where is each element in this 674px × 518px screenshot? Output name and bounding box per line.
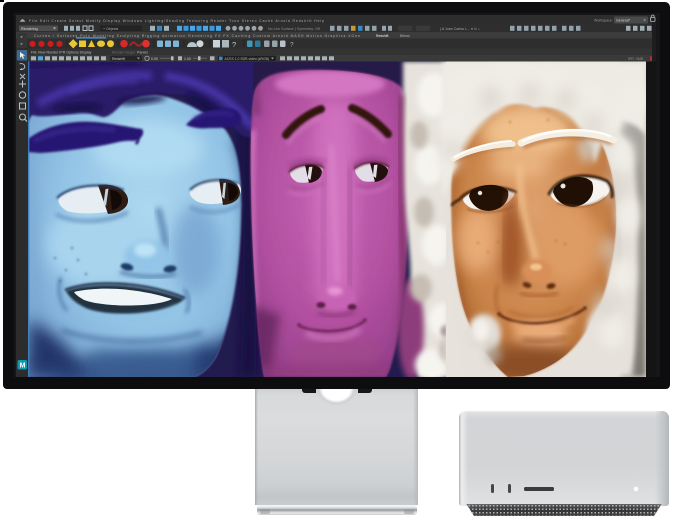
svg-text:Bifrost: Bifrost xyxy=(400,34,410,38)
svg-text:0.90: 0.90 xyxy=(151,57,158,61)
svg-text:General*: General* xyxy=(616,19,631,23)
svg-text:⬢: ⬢ xyxy=(47,40,54,49)
svg-text:+ Objects: + Objects xyxy=(103,27,118,31)
svg-text:⬢: ⬢ xyxy=(56,40,63,49)
svg-text:Redshift: Redshift xyxy=(112,57,125,61)
svg-text:File View Render IPR: File View Render IPR Options Display xyxy=(31,51,92,55)
svg-text:1.00: 1.00 xyxy=(184,57,191,61)
svg-text:IPR: 0MB: IPR: 0MB xyxy=(628,57,644,61)
svg-text:M: M xyxy=(20,363,26,370)
svg-text:Workspace:: Workspace: xyxy=(594,19,613,23)
svg-text:Redshift: Redshift xyxy=(376,34,388,38)
svg-text:ACES 1.0 SDR-video (sRGB): ACES 1.0 SDR-video (sRGB) xyxy=(225,57,269,61)
svg-text:No Live Surface: No Live Surface xyxy=(268,27,294,31)
svg-text:| A Juan Carlos L... ▾ ⊙: | A Juan Carlos L... ▾ ⊙ ⌕ xyxy=(440,27,480,31)
svg-text:✕: ✕ xyxy=(643,18,646,23)
svg-text:?: ? xyxy=(290,42,294,49)
svg-text:Render Target: Render Target xyxy=(112,51,135,55)
svg-text:⬢: ⬢ xyxy=(29,40,36,49)
svg-text:File Edit Create Select Modify: File Edit Create Select Modify Display W… xyxy=(29,19,324,23)
svg-text:Rendering: Rendering xyxy=(21,27,38,31)
svg-text:?: ? xyxy=(232,40,236,49)
svg-text:| Symmetry: Off: | Symmetry: Off xyxy=(295,27,320,31)
svg-text:⬢: ⬢ xyxy=(38,40,45,49)
svg-text:Panels: Panels xyxy=(137,51,148,55)
